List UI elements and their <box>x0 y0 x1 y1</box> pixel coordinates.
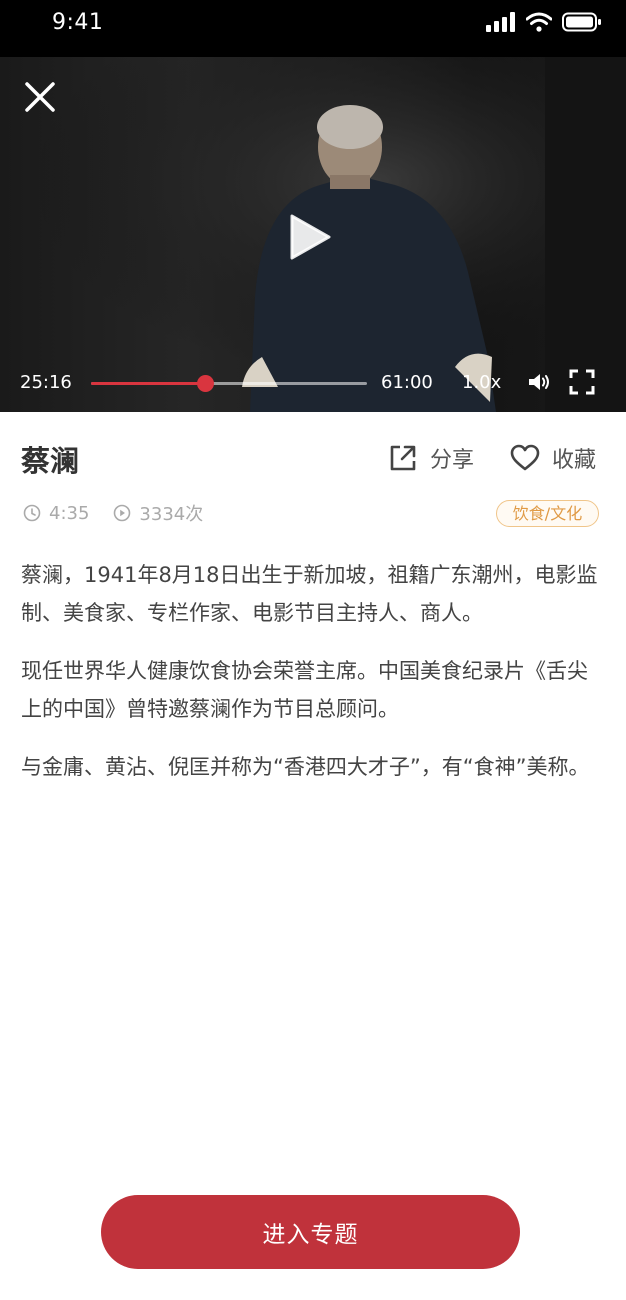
share-label: 分享 <box>430 448 475 473</box>
share-icon <box>390 445 416 471</box>
status-icons <box>486 12 602 32</box>
description-paragraph: 蔡澜，1941年8月18日出生于新加坡，祖籍广东潮州，电影监制、美食家、专栏作家… <box>21 563 598 625</box>
views-item: 3334次 <box>113 500 203 526</box>
status-time: 9:41 <box>52 10 104 35</box>
video-meta: 4:35 3334次 <box>23 500 227 526</box>
description-paragraph: 现任世界华人健康饮食协会荣誉主席。中国美食纪录片《舌尖上的中国》曾特邀蔡澜作为节… <box>21 659 588 721</box>
video-title: 蔡澜 <box>21 444 80 478</box>
favorite-label: 收藏 <box>552 448 597 473</box>
progress-thumb[interactable] <box>197 375 215 392</box>
views-text: 3334次 <box>139 504 204 525</box>
share-button[interactable]: 分享 <box>388 442 474 474</box>
enter-topic-button[interactable]: 进入专题 <box>101 1195 520 1269</box>
status-bar: 9:41 <box>0 0 626 57</box>
progress-bar[interactable] <box>91 375 367 392</box>
heart-icon <box>510 444 540 471</box>
play-icon[interactable] <box>288 213 332 261</box>
clock-icon <box>23 504 41 522</box>
close-icon[interactable] <box>22 79 58 115</box>
description-paragraph: 与金庸、黄沾、倪匡并称为“香港四大才子”，有“食神”美称。 <box>21 755 590 779</box>
signal-icon <box>486 12 515 32</box>
battery-icon <box>562 12 601 32</box>
total-time: 61:00 <box>381 372 433 393</box>
video-player[interactable]: 25:16 61:00 1.0x <box>0 57 626 412</box>
volume-icon[interactable] <box>527 370 551 394</box>
player-controls: 25:16 61:00 1.0x <box>0 367 626 401</box>
current-time: 25:16 <box>20 372 72 393</box>
description: 蔡澜，1941年8月18日出生于新加坡，祖籍广东潮州，电影监制、美食家、专栏作家… <box>21 556 605 806</box>
progress-fill <box>91 382 206 385</box>
duration-item: 4:35 <box>23 503 89 524</box>
wifi-icon <box>526 12 552 32</box>
speed-button[interactable]: 1.0x <box>462 372 501 393</box>
play-count-icon <box>114 504 131 522</box>
duration-text: 4:35 <box>49 502 90 524</box>
category-badge: 饮食/文化 <box>496 500 599 527</box>
fullscreen-icon[interactable] <box>569 369 595 395</box>
favorite-button[interactable]: 收藏 <box>510 442 596 474</box>
